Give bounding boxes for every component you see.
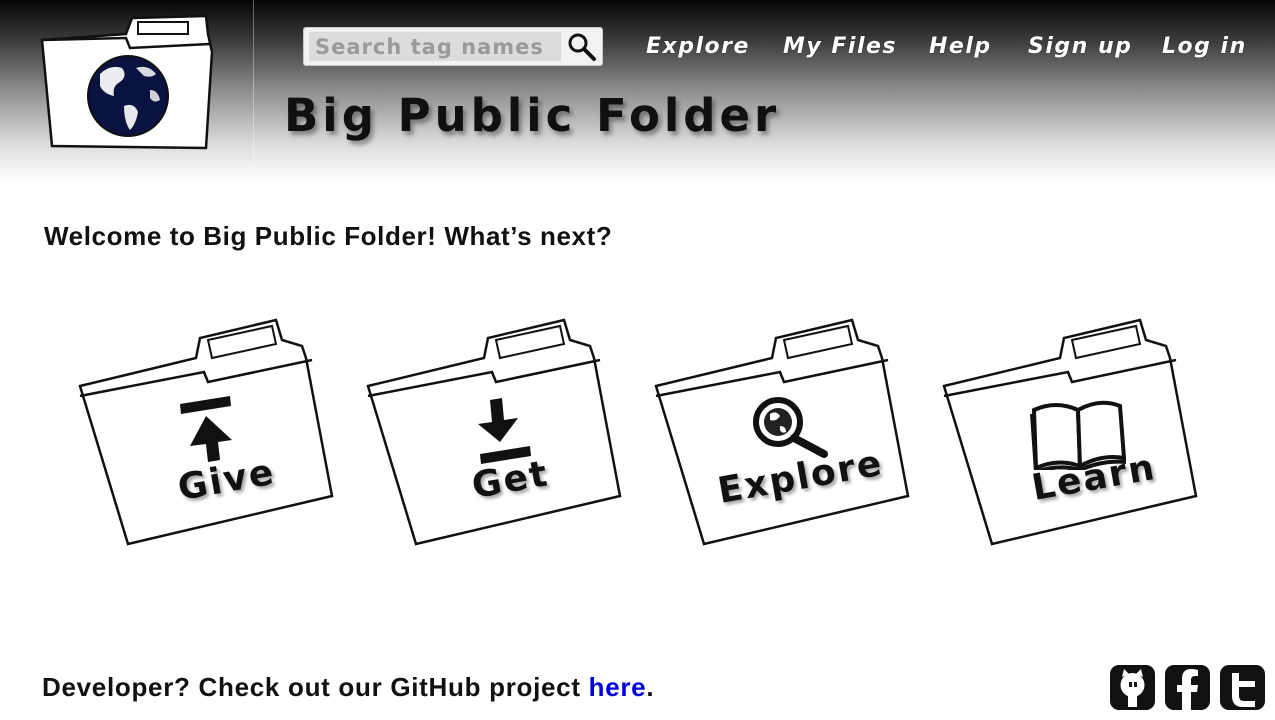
site-header: Explore My Files Help Sign up Log in Big… [0, 0, 1275, 180]
get-tile[interactable]: Get [364, 316, 626, 550]
logo[interactable] [0, 0, 254, 165]
nav-my-files[interactable]: My Files [783, 30, 897, 64]
facebook-icon[interactable] [1165, 665, 1210, 710]
folder-globe-icon [40, 14, 214, 150]
github-icon[interactable] [1110, 665, 1155, 710]
search-input[interactable] [309, 32, 561, 61]
nav-help[interactable]: Help [929, 30, 992, 64]
give-tile[interactable]: Give [76, 316, 338, 550]
twitter-icon[interactable] [1220, 665, 1265, 710]
upload-icon [180, 396, 232, 462]
developer-note-text: Developer? Check out our GitHub project [42, 672, 589, 702]
nav-sign-up[interactable]: Sign up [1028, 30, 1132, 64]
explore-tile[interactable]: Explore [652, 316, 914, 550]
site-title: Big Public Folder [284, 89, 781, 142]
magnifier-globe-icon [753, 397, 828, 458]
welcome-heading: Welcome to Big Public Folder! What’s nex… [44, 221, 613, 251]
search-bar [303, 27, 603, 66]
nav-log-in[interactable]: Log in [1162, 30, 1247, 64]
search-icon[interactable] [566, 31, 598, 63]
developer-note-suffix: . [646, 672, 655, 702]
developer-note: Developer? Check out our GitHub project … [42, 670, 654, 704]
github-link[interactable]: here [589, 672, 647, 702]
nav-explore[interactable]: Explore [646, 30, 750, 64]
learn-tile[interactable]: Learn [940, 316, 1202, 550]
